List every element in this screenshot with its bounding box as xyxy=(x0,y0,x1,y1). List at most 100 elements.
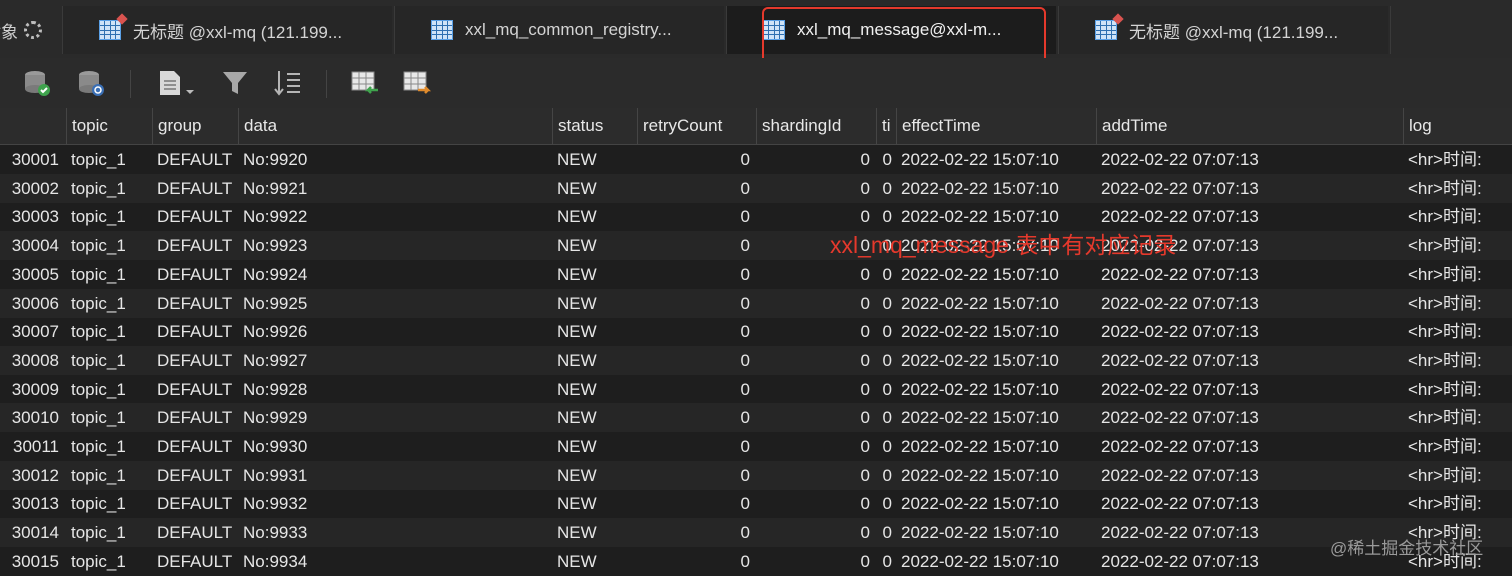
cell-group[interactable]: DEFAULT xyxy=(157,145,234,174)
cell-index[interactable]: 30006 xyxy=(0,289,59,318)
cell-group[interactable]: DEFAULT xyxy=(157,375,234,404)
cell-log[interactable]: <hr>时间: xyxy=(1408,346,1512,375)
cell-shardingId[interactable]: 0 xyxy=(756,518,870,547)
cell-effectTime[interactable]: 2022-02-22 15:07:10 xyxy=(901,145,1096,174)
cell-shardingId[interactable]: 0 xyxy=(756,403,870,432)
cell-effectTime[interactable]: 2022-02-22 15:07:10 xyxy=(901,518,1096,547)
cell-group[interactable]: DEFAULT xyxy=(157,346,234,375)
cell-index[interactable]: 30010 xyxy=(0,403,59,432)
cell-data[interactable]: No:9932 xyxy=(243,489,550,518)
cell-topic[interactable]: topic_1 xyxy=(71,231,148,260)
table-row[interactable]: 30010 topic_1 DEFAULT No:9929 NEW 0 0 0 2022-02-… xyxy=(0,403,1512,433)
import-table-icon[interactable] xyxy=(350,68,380,98)
table-row[interactable]: 30008 topic_1 DEFAULT No:9927 NEW 0 0 0 2022-02-… xyxy=(0,345,1512,375)
tab-untitled-query-1[interactable]: 无标题 @xxl-mq (121.199... xyxy=(62,6,392,54)
cell-effectTime[interactable]: 2022-02-22 15:07:10 xyxy=(901,489,1096,518)
cell-topic[interactable]: topic_1 xyxy=(71,289,148,318)
cell-ti[interactable]: 0 xyxy=(876,375,892,404)
cell-data[interactable]: No:9923 xyxy=(243,231,550,260)
tab-common-registry[interactable]: xxl_mq_common_registry... xyxy=(394,6,724,54)
column-header-group[interactable]: group xyxy=(152,108,234,144)
cell-topic[interactable]: topic_1 xyxy=(71,174,148,203)
cell-topic[interactable]: topic_1 xyxy=(71,202,148,231)
tab-untitled-query-2[interactable]: 无标题 @xxl-mq (121.199... xyxy=(1058,6,1388,54)
cell-retryCount[interactable]: 0 xyxy=(637,317,750,346)
cell-effectTime[interactable]: 2022-02-22 15:07:10 xyxy=(901,432,1096,461)
cell-ti[interactable]: 0 xyxy=(876,518,892,547)
table-row[interactable]: 30011 topic_1 DEFAULT No:9930 NEW 0 0 0 2022-02-… xyxy=(0,432,1512,461)
cell-log[interactable]: <hr>时间: xyxy=(1408,317,1512,346)
column-header-effectTime[interactable]: effectTime xyxy=(896,108,1096,144)
cell-index[interactable]: 30015 xyxy=(0,547,59,576)
cell-data[interactable]: No:9928 xyxy=(243,375,550,404)
cell-data[interactable]: No:9931 xyxy=(243,461,550,490)
cell-data[interactable]: No:9925 xyxy=(243,289,550,318)
cell-status[interactable]: NEW xyxy=(557,317,636,346)
cell-index[interactable]: 30014 xyxy=(0,518,59,547)
cell-ti[interactable]: 0 xyxy=(876,489,892,518)
cell-shardingId[interactable]: 0 xyxy=(756,145,870,174)
cell-log[interactable]: <hr>时间: xyxy=(1408,461,1512,490)
cell-effectTime[interactable]: 2022-02-22 15:07:10 xyxy=(901,547,1096,576)
cell-group[interactable]: DEFAULT xyxy=(157,403,234,432)
cell-status[interactable]: NEW xyxy=(557,202,636,231)
cell-ti[interactable]: 0 xyxy=(876,547,892,576)
cell-topic[interactable]: topic_1 xyxy=(71,317,148,346)
cell-ti[interactable]: 0 xyxy=(876,346,892,375)
cell-ti[interactable]: 0 xyxy=(876,145,892,174)
cell-topic[interactable]: topic_1 xyxy=(71,375,148,404)
cell-topic[interactable]: topic_1 xyxy=(71,547,148,576)
cell-addTime[interactable]: 2022-02-22 07:07:13 xyxy=(1101,174,1402,203)
cell-index[interactable]: 30002 xyxy=(0,174,59,203)
cell-index[interactable]: 30004 xyxy=(0,231,59,260)
cell-log[interactable]: <hr>时间: xyxy=(1408,403,1512,432)
cell-status[interactable]: NEW xyxy=(557,489,636,518)
table-row[interactable]: 30012 topic_1 DEFAULT No:9931 NEW 0 0 0 2022-02-… xyxy=(0,460,1512,490)
cell-log[interactable]: <hr>时间: xyxy=(1408,260,1512,289)
sort-icon[interactable] xyxy=(272,68,302,98)
cell-addTime[interactable]: 2022-02-22 07:07:13 xyxy=(1101,403,1402,432)
column-header-addTime[interactable]: addTime xyxy=(1096,108,1402,144)
cell-log[interactable]: <hr>时间: xyxy=(1408,174,1512,203)
column-header-status[interactable]: status xyxy=(552,108,636,144)
cell-shardingId[interactable]: 0 xyxy=(756,317,870,346)
cell-ti[interactable]: 0 xyxy=(876,260,892,289)
cell-shardingId[interactable]: 0 xyxy=(756,346,870,375)
cell-index[interactable]: 30007 xyxy=(0,317,59,346)
cell-topic[interactable]: topic_1 xyxy=(71,260,148,289)
cell-log[interactable]: <hr>时间: xyxy=(1408,432,1512,461)
cell-topic[interactable]: topic_1 xyxy=(71,346,148,375)
cell-addTime[interactable]: 2022-02-22 07:07:13 xyxy=(1101,432,1402,461)
cell-data[interactable]: No:9933 xyxy=(243,518,550,547)
column-header-index[interactable] xyxy=(0,108,62,144)
cell-log[interactable]: <hr>时间: xyxy=(1408,289,1512,318)
table-row[interactable]: 30014 topic_1 DEFAULT No:9933 NEW 0 0 0 2022-02-… xyxy=(0,518,1512,548)
cell-status[interactable]: NEW xyxy=(557,432,636,461)
cell-status[interactable]: NEW xyxy=(557,403,636,432)
cell-topic[interactable]: topic_1 xyxy=(71,518,148,547)
column-header-data[interactable]: data xyxy=(238,108,550,144)
cell-ti[interactable]: 0 xyxy=(876,317,892,346)
cell-shardingId[interactable]: 0 xyxy=(756,260,870,289)
cell-topic[interactable]: topic_1 xyxy=(71,489,148,518)
cell-retryCount[interactable]: 0 xyxy=(637,346,750,375)
cell-topic[interactable]: topic_1 xyxy=(71,461,148,490)
cell-effectTime[interactable]: 2022-02-22 15:07:10 xyxy=(901,289,1096,318)
cell-topic[interactable]: topic_1 xyxy=(71,403,148,432)
cell-effectTime[interactable]: 2022-02-22 15:07:10 xyxy=(901,346,1096,375)
table-row[interactable]: 30015 topic_1 DEFAULT No:9934 NEW 0 0 0 2022-02-… xyxy=(0,547,1512,576)
cell-index[interactable]: 30008 xyxy=(0,346,59,375)
table-row[interactable]: 30013 topic_1 DEFAULT No:9932 NEW 0 0 0 2022-02-… xyxy=(0,489,1512,518)
cell-retryCount[interactable]: 0 xyxy=(637,231,750,260)
cell-retryCount[interactable]: 0 xyxy=(637,174,750,203)
cell-status[interactable]: NEW xyxy=(557,346,636,375)
table-row[interactable]: 30005 topic_1 DEFAULT No:9924 NEW 0 0 0 2022-02-… xyxy=(0,260,1512,289)
column-header-topic[interactable]: topic xyxy=(66,108,148,144)
cell-shardingId[interactable]: 0 xyxy=(756,375,870,404)
table-row[interactable]: 30004 topic_1 DEFAULT No:9923 NEW 0 0 0 2022-02-… xyxy=(0,231,1512,261)
cell-shardingId[interactable]: 0 xyxy=(756,289,870,318)
cell-log[interactable]: <hr>时间: xyxy=(1408,145,1512,174)
cell-status[interactable]: NEW xyxy=(557,145,636,174)
cell-index[interactable]: 30003 xyxy=(0,202,59,231)
cell-status[interactable]: NEW xyxy=(557,289,636,318)
